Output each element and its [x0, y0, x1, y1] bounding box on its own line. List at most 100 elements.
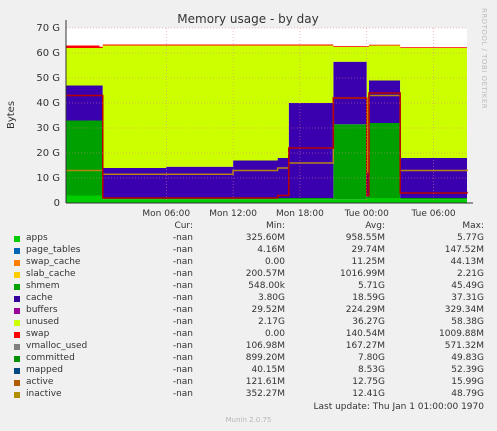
x-tick-label: Tue 00:00: [344, 209, 389, 219]
legend-avg: 167.27M: [345, 341, 385, 351]
legend-avg: 224.29M: [345, 305, 385, 315]
legend-cur: -nan: [172, 269, 193, 279]
legend-avg: 140.54M: [345, 329, 385, 339]
legend-max: 49.83G: [451, 353, 484, 363]
legend-max: 1009.88M: [439, 329, 484, 339]
legend-row-apps: apps -nan 325.60M 958.55M 5.77G: [0, 233, 497, 245]
y-tick-label: 10 G: [36, 173, 60, 184]
legend-label: vmalloc_used: [26, 341, 88, 351]
legend-max: 2.21G: [456, 269, 484, 279]
legend-row-slab_cache: slab_cache -nan 200.57M 1016.99M 2.21G: [0, 269, 497, 281]
legend-min: 3.80G: [257, 293, 285, 303]
legend-avg: 29.74M: [351, 245, 385, 255]
legend-label: active: [26, 377, 54, 387]
y-tick-label: 50 G: [36, 73, 60, 84]
legend-min: 200.57M: [245, 269, 285, 279]
max-header: Max:: [462, 221, 484, 231]
legend-label: slab_cache: [26, 269, 76, 279]
legend-label: unused: [26, 317, 60, 327]
legend-swatch: [14, 272, 20, 278]
legend-avg: 18.59G: [352, 293, 385, 303]
legend-cur: -nan: [172, 293, 193, 303]
y-tick-label: 40 G: [36, 98, 60, 109]
y-tick-label: 60 G: [36, 48, 60, 59]
legend-swatch: [14, 296, 20, 302]
legend-min: 325.60M: [245, 233, 285, 243]
min-header: Min:: [265, 221, 285, 231]
legend-cur: -nan: [172, 317, 193, 327]
legend-cur: -nan: [172, 377, 193, 387]
legend-avg: 12.75G: [352, 377, 385, 387]
legend-cur: -nan: [172, 233, 193, 243]
legend-cur: -nan: [172, 257, 193, 267]
legend-max: 147.52M: [444, 245, 484, 255]
legend-swatch: [14, 308, 20, 314]
legend-label: swap: [26, 329, 50, 339]
legend-row-mapped: mapped -nan 40.15M 8.53G 52.39G: [0, 365, 497, 377]
legend-cur: -nan: [172, 353, 193, 363]
legend-row-cache: cache -nan 3.80G 18.59G 37.31G: [0, 293, 497, 305]
legend-label: mapped: [26, 365, 63, 375]
legend-cur: -nan: [172, 329, 193, 339]
legend-header: Cur: Min: Avg: Max:: [0, 221, 497, 233]
legend-swatch: [14, 380, 20, 386]
legend-cur: -nan: [172, 281, 193, 291]
legend-label: page_tables: [26, 245, 81, 255]
legend-avg: 36.27G: [352, 317, 385, 327]
legend-min: 4.16M: [257, 245, 285, 255]
legend-min: 548.00k: [248, 281, 285, 291]
legend-row-active: active -nan 121.61M 12.75G 15.99G: [0, 377, 497, 389]
legend-max: 37.31G: [451, 293, 484, 303]
legend-swatch: [14, 284, 20, 290]
legend-row-shmem: shmem -nan 548.00k 5.71G 45.49G: [0, 281, 497, 293]
y-tick-label: 30 G: [36, 123, 60, 134]
legend-avg: 12.41G: [352, 389, 385, 399]
legend-cur: -nan: [172, 245, 193, 255]
legend-row-swap_cache: swap_cache -nan 0.00 11.25M 44.13M: [0, 257, 497, 269]
legend-avg: 958.55M: [345, 233, 385, 243]
legend-avg: 5.71G: [357, 281, 385, 291]
legend-max: 44.13M: [450, 257, 484, 267]
legend-min: 106.98M: [245, 341, 285, 351]
legend-min: 0.00: [264, 257, 285, 267]
legend-row-inactive: inactive -nan 352.27M 12.41G 48.79G: [0, 389, 497, 401]
legend-row-vmalloc_used: vmalloc_used -nan 106.98M 167.27M 571.32M: [0, 341, 497, 353]
legend-cur: -nan: [172, 341, 193, 351]
x-tick-label: Mon 06:00: [142, 209, 190, 219]
last-update: Last update: Thu Jan 1 01:00:00 1970: [313, 402, 485, 412]
legend-avg: 7.80G: [357, 353, 385, 363]
x-tick-label: Tue 06:00: [410, 209, 455, 219]
legend-label: buffers: [26, 305, 58, 315]
legend-label: swap_cache: [26, 257, 81, 267]
legend-min: 40.15M: [251, 365, 285, 375]
legend-label: inactive: [26, 389, 62, 399]
legend-max: 571.32M: [444, 341, 484, 351]
legend-row-committed: committed -nan 899.20M 7.80G 49.83G: [0, 353, 497, 365]
legend-row-buffers: buffers -nan 29.52M 224.29M 329.34M: [0, 305, 497, 317]
plot-area: 0 10 G 20 G 30 G 40 G 50 G 60 G 70 G Mon 06:00 Mo…: [36, 20, 473, 219]
legend-label: apps: [26, 233, 48, 243]
legend-label: shmem: [26, 281, 60, 291]
legend-avg: 1016.99M: [340, 269, 385, 279]
legend-max: 329.34M: [444, 305, 484, 315]
legend-swatch: [14, 344, 20, 350]
legend-max: 58.38G: [451, 317, 484, 327]
legend-avg: 11.25M: [351, 257, 385, 267]
legend-min: 0.00: [264, 329, 285, 339]
legend-min: 899.20M: [245, 353, 285, 363]
legend-swatch: [14, 248, 20, 254]
y-tick-label: 70 G: [36, 23, 60, 34]
cur-header: Cur:: [174, 221, 193, 231]
legend-swatch: [14, 332, 20, 338]
x-tick-label: Mon 18:00: [276, 209, 324, 219]
legend-cur: -nan: [172, 389, 193, 399]
y-tick-label: 0: [54, 198, 60, 209]
legend-cur: -nan: [172, 365, 193, 375]
rrdtool-credit: RRDTOOL / TOBI OETIKER: [480, 8, 488, 110]
y-axis-label: Bytes: [6, 101, 17, 129]
chart-title: Memory usage - by day: [177, 12, 318, 26]
legend-row-page_tables: page_tables -nan 4.16M 29.74M 147.52M: [0, 245, 497, 257]
avg-header: Avg:: [365, 221, 385, 231]
legend-min: 121.61M: [245, 377, 285, 387]
memory-chart: Memory usage - by day Bytes 0 10 G 20 G 30 …: [6, 12, 473, 219]
